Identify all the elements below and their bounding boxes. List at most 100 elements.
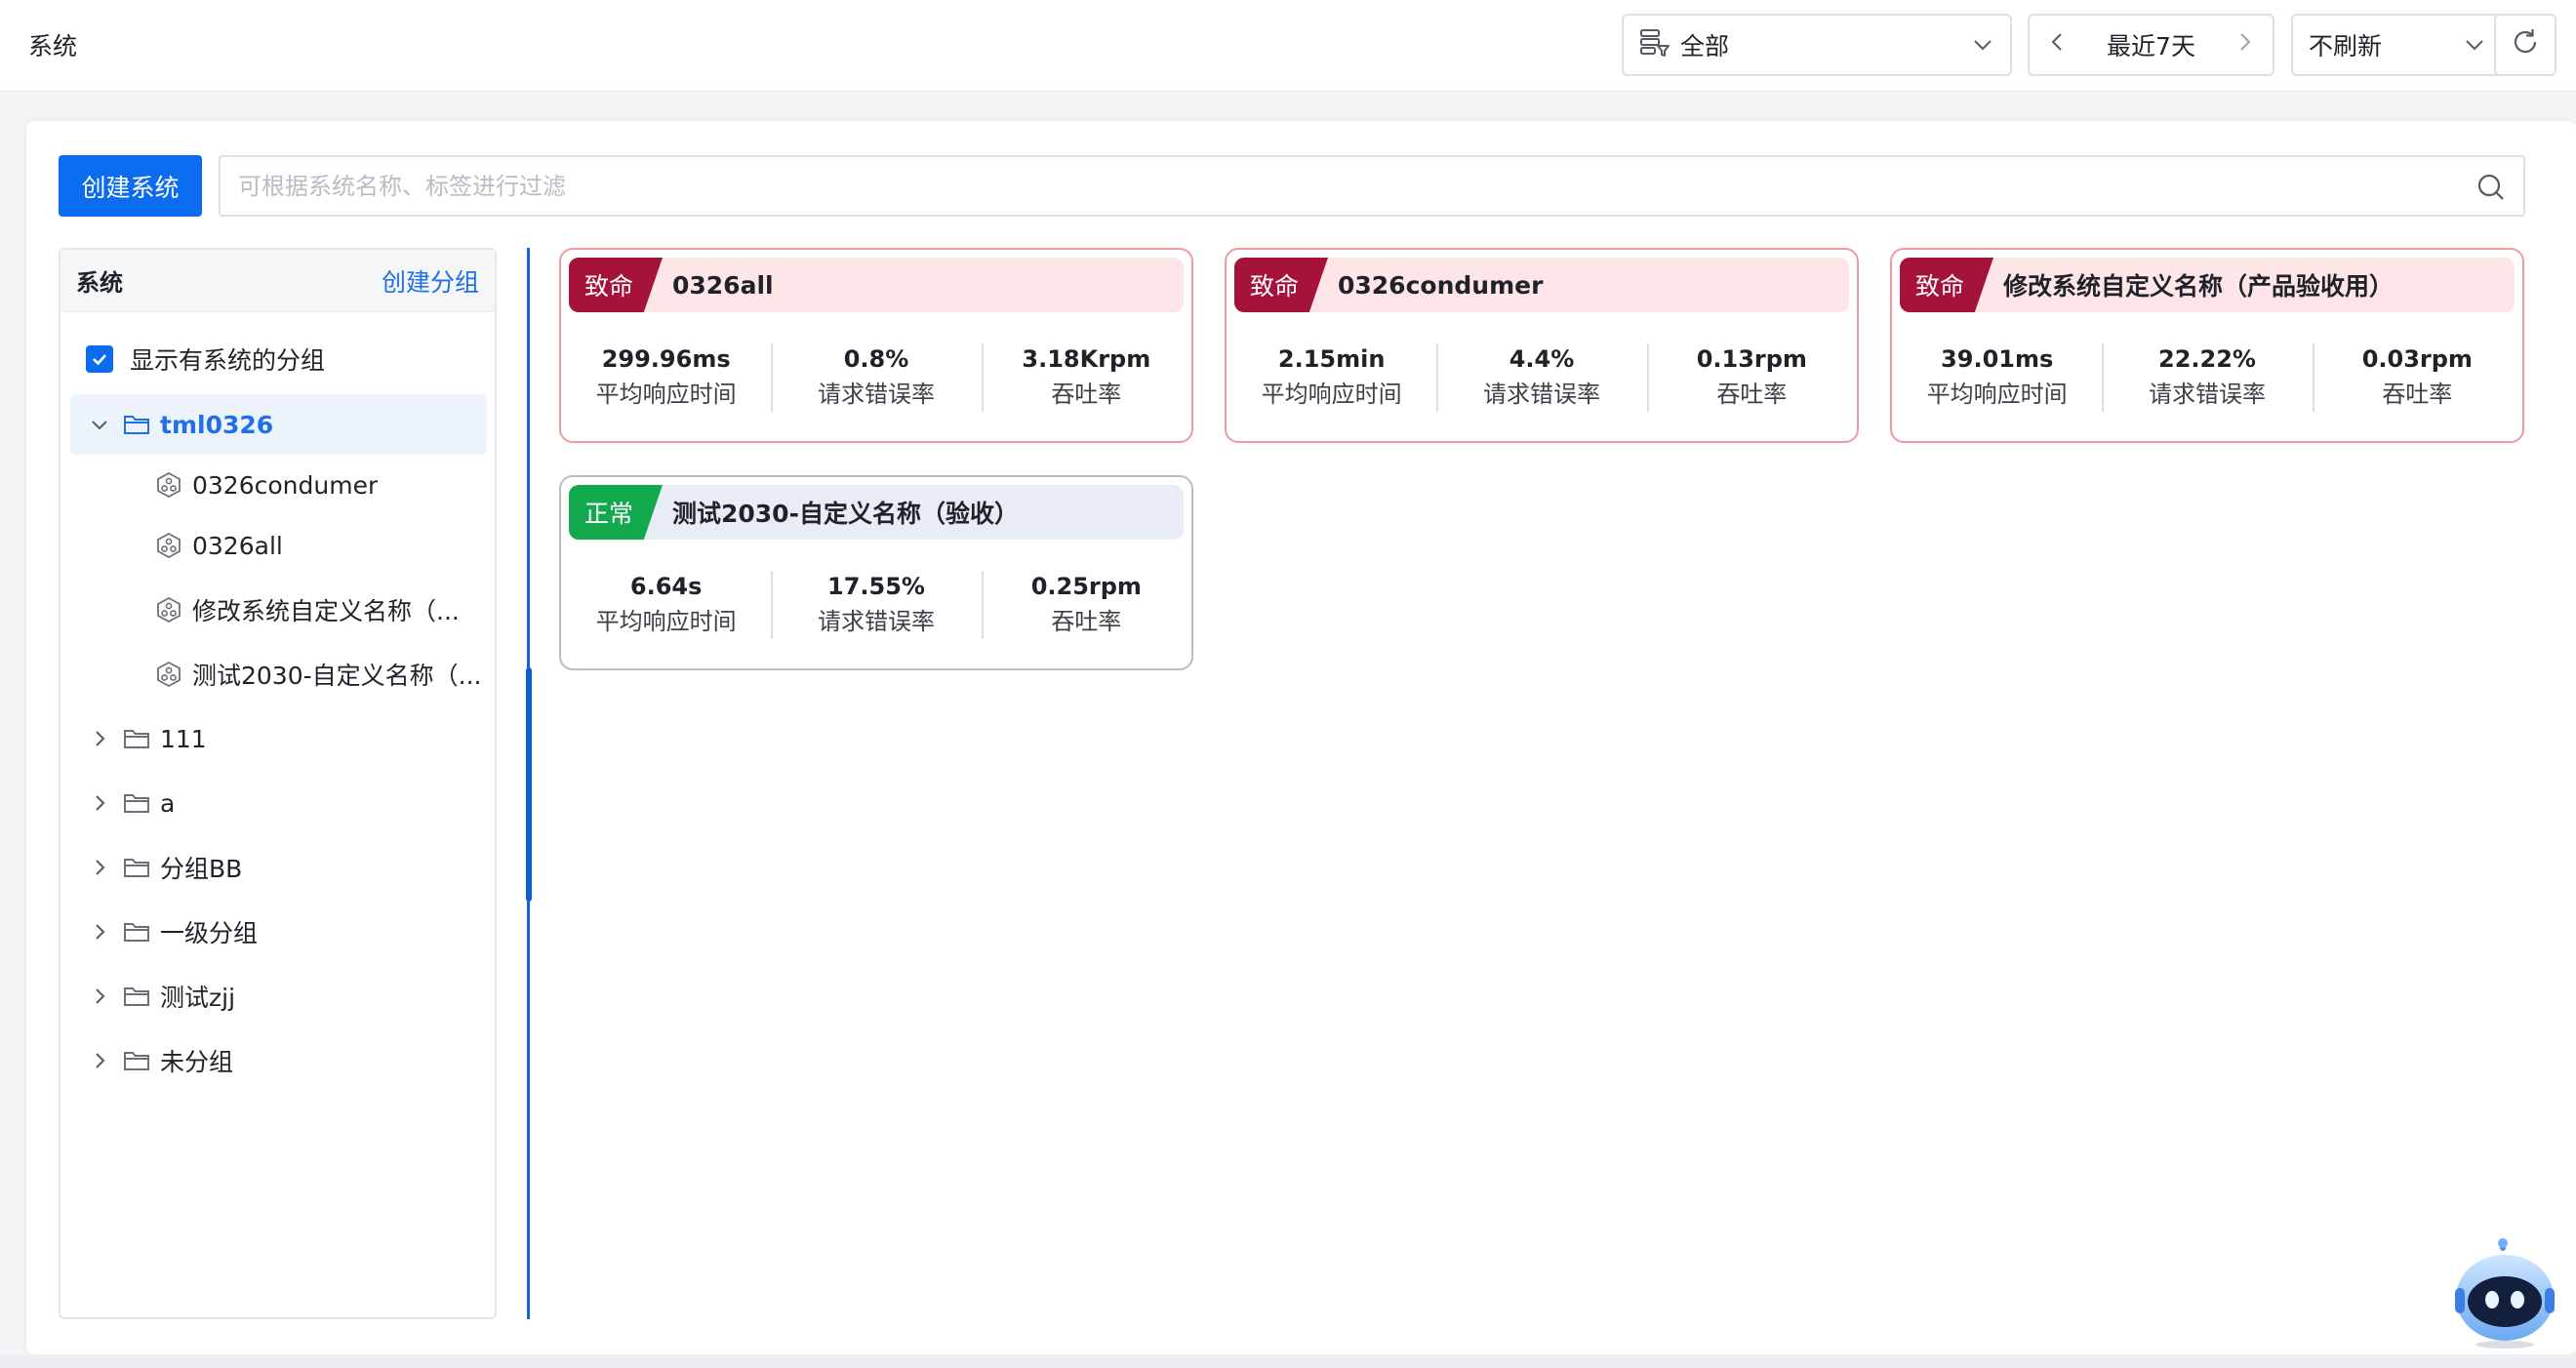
tree-system-item[interactable]: 0326all	[70, 515, 487, 576]
card-metrics: 39.01ms 平均响应时间 22.22% 请求错误率 0.03rpm 吞吐率	[1892, 342, 2522, 414]
card-title[interactable]: 修改系统自定义名称（产品验收用）	[2003, 267, 2394, 302]
chevron-right-icon[interactable]	[90, 858, 109, 877]
card-title[interactable]: 0326all	[672, 271, 774, 300]
tree-system-item[interactable]: 0326condumer	[70, 455, 487, 515]
metric-value: 0.13rpm	[1696, 345, 1807, 373]
top-bar: 系统 全部 最近7天 不刷新	[0, 0, 2576, 92]
chevron-down-icon[interactable]	[90, 415, 109, 434]
metric-value: 299.96ms	[601, 345, 731, 373]
refresh-interval-label: 不刷新	[2309, 32, 2383, 60]
metric-label: 请求错误率	[817, 608, 935, 635]
folder-icon	[123, 1049, 150, 1072]
chevron-right-icon[interactable]	[2235, 30, 2255, 60]
chevron-right-icon[interactable]	[90, 922, 109, 942]
tree-system-item[interactable]: 测试2030-自定义名称（...	[70, 644, 487, 704]
system-node-icon	[155, 661, 182, 688]
tree-system-label: 测试2030-自定义名称（...	[192, 662, 482, 690]
tree-system-item[interactable]: 修改系统自定义名称（...	[70, 580, 487, 640]
chevron-right-icon[interactable]	[90, 793, 109, 813]
folder-icon	[123, 856, 150, 879]
system-tree-header: 系统 创建分组	[60, 250, 495, 312]
scope-select[interactable]: 全部	[1622, 14, 2012, 76]
metric-value: 0.03rpm	[2361, 345, 2473, 373]
chevron-down-icon	[2463, 33, 2486, 62]
system-card[interactable]: 正常 测试2030-自定义名称（验收） 6.64s 平均响应时间 17.55% …	[559, 475, 1193, 670]
metric-value: 22.22%	[2158, 345, 2256, 373]
create-system-button[interactable]: 创建系统	[59, 155, 202, 217]
tree-group-111[interactable]: 111	[70, 708, 487, 769]
metric-label: 平均响应时间	[1261, 381, 1402, 408]
splitter-handle[interactable]	[526, 667, 532, 902]
tree-group-tml0326[interactable]: tml0326	[70, 394, 487, 455]
search-icon[interactable]	[2476, 173, 2506, 206]
tree-group-label: 111	[160, 724, 207, 753]
status-badge: 致命	[569, 258, 663, 312]
system-node-icon	[155, 471, 182, 499]
metric-value: 6.64s	[629, 573, 703, 600]
search-input[interactable]	[238, 172, 2463, 200]
chevron-right-icon[interactable]	[90, 1051, 109, 1070]
show-groups-toggle[interactable]: 显示有系统的分组	[86, 342, 325, 377]
card-title[interactable]: 测试2030-自定义名称（验收）	[672, 495, 1019, 530]
metric-value: 17.55%	[827, 573, 925, 600]
time-range-picker: 最近7天	[2028, 14, 2274, 76]
metric-error-rate: 0.8% 请求错误率	[771, 342, 981, 414]
tree-group-bb[interactable]: 分组BB	[70, 837, 487, 898]
tree-system-label: 0326all	[192, 531, 283, 560]
metric-label: 请求错误率	[2148, 381, 2266, 408]
metric-avg-response: 2.15min 平均响应时间	[1227, 342, 1436, 414]
tree-system-label: 修改系统自定义名称（...	[192, 597, 460, 625]
metric-label: 吞吐率	[2382, 381, 2453, 408]
chevron-right-icon[interactable]	[90, 986, 109, 1006]
refresh-icon	[2510, 26, 2541, 63]
system-card[interactable]: 致命 0326condumer 2.15min 平均响应时间 4.4% 请求错误…	[1225, 248, 1859, 443]
system-tree-title: 系统	[76, 269, 123, 297]
system-card[interactable]: 致命 修改系统自定义名称（产品验收用） 39.01ms 平均响应时间 22.22…	[1890, 248, 2524, 443]
database-filter-icon	[1639, 27, 1670, 62]
system-card[interactable]: 致命 0326all 299.96ms 平均响应时间 0.8% 请求错误率 3.…	[559, 248, 1193, 443]
card-title[interactable]: 0326condumer	[1338, 271, 1543, 300]
card-header: 正常 测试2030-自定义名称（验收）	[569, 485, 1184, 540]
metric-avg-response: 299.96ms 平均响应时间	[561, 342, 771, 414]
metric-value: 0.25rpm	[1030, 573, 1142, 600]
metric-throughput: 3.18Krpm 吞吐率	[981, 342, 1191, 414]
bottom-strip	[0, 1354, 2576, 1368]
search-box	[219, 155, 2525, 217]
card-metrics: 299.96ms 平均响应时间 0.8% 请求错误率 3.18Krpm 吞吐率	[561, 342, 1191, 414]
time-range-label[interactable]: 最近7天	[2107, 27, 2195, 62]
folder-icon	[123, 727, 150, 750]
card-metrics: 2.15min 平均响应时间 4.4% 请求错误率 0.13rpm 吞吐率	[1227, 342, 1857, 414]
metric-error-rate: 4.4% 请求错误率	[1436, 342, 1646, 414]
chevron-left-icon[interactable]	[2047, 30, 2067, 60]
system-node-icon	[155, 532, 182, 559]
folder-icon	[123, 791, 150, 815]
tree-group-label: tml0326	[160, 410, 274, 439]
tree-group-zjj[interactable]: 测试zjj	[70, 966, 487, 1026]
metric-label: 请求错误率	[817, 381, 935, 408]
tree-group-level1[interactable]: 一级分组	[70, 902, 487, 962]
metric-error-rate: 17.55% 请求错误率	[771, 569, 981, 641]
reload-button[interactable]	[2494, 14, 2556, 76]
tree-group-label: 分组BB	[160, 855, 243, 883]
metric-avg-response: 6.64s 平均响应时间	[561, 569, 771, 641]
metric-value: 2.15min	[1277, 345, 1386, 373]
tree-group-a[interactable]: a	[70, 773, 487, 833]
show-groups-label: 显示有系统的分组	[130, 346, 326, 375]
metric-value: 39.01ms	[1941, 345, 2054, 373]
system-node-icon	[155, 596, 182, 624]
refresh-interval-select[interactable]: 不刷新	[2291, 14, 2504, 76]
metric-label: 平均响应时间	[595, 381, 737, 408]
status-badge: 致命	[1234, 258, 1328, 312]
metric-value: 4.4%	[1509, 345, 1575, 373]
folder-icon	[123, 985, 150, 1008]
chevron-right-icon[interactable]	[90, 729, 109, 748]
card-header: 致命 修改系统自定义名称（产品验收用）	[1900, 258, 2515, 312]
chevron-down-icon	[1971, 33, 1994, 62]
checkbox-checked-icon[interactable]	[86, 345, 113, 373]
tree-group-ungrouped[interactable]: 未分组	[70, 1030, 487, 1091]
folder-icon	[123, 920, 150, 944]
create-group-link[interactable]: 创建分组	[382, 263, 479, 299]
metric-avg-response: 39.01ms 平均响应时间	[1892, 342, 2102, 414]
robot-assistant-icon[interactable]	[2451, 1237, 2558, 1350]
metric-throughput: 0.03rpm 吞吐率	[2312, 342, 2522, 414]
